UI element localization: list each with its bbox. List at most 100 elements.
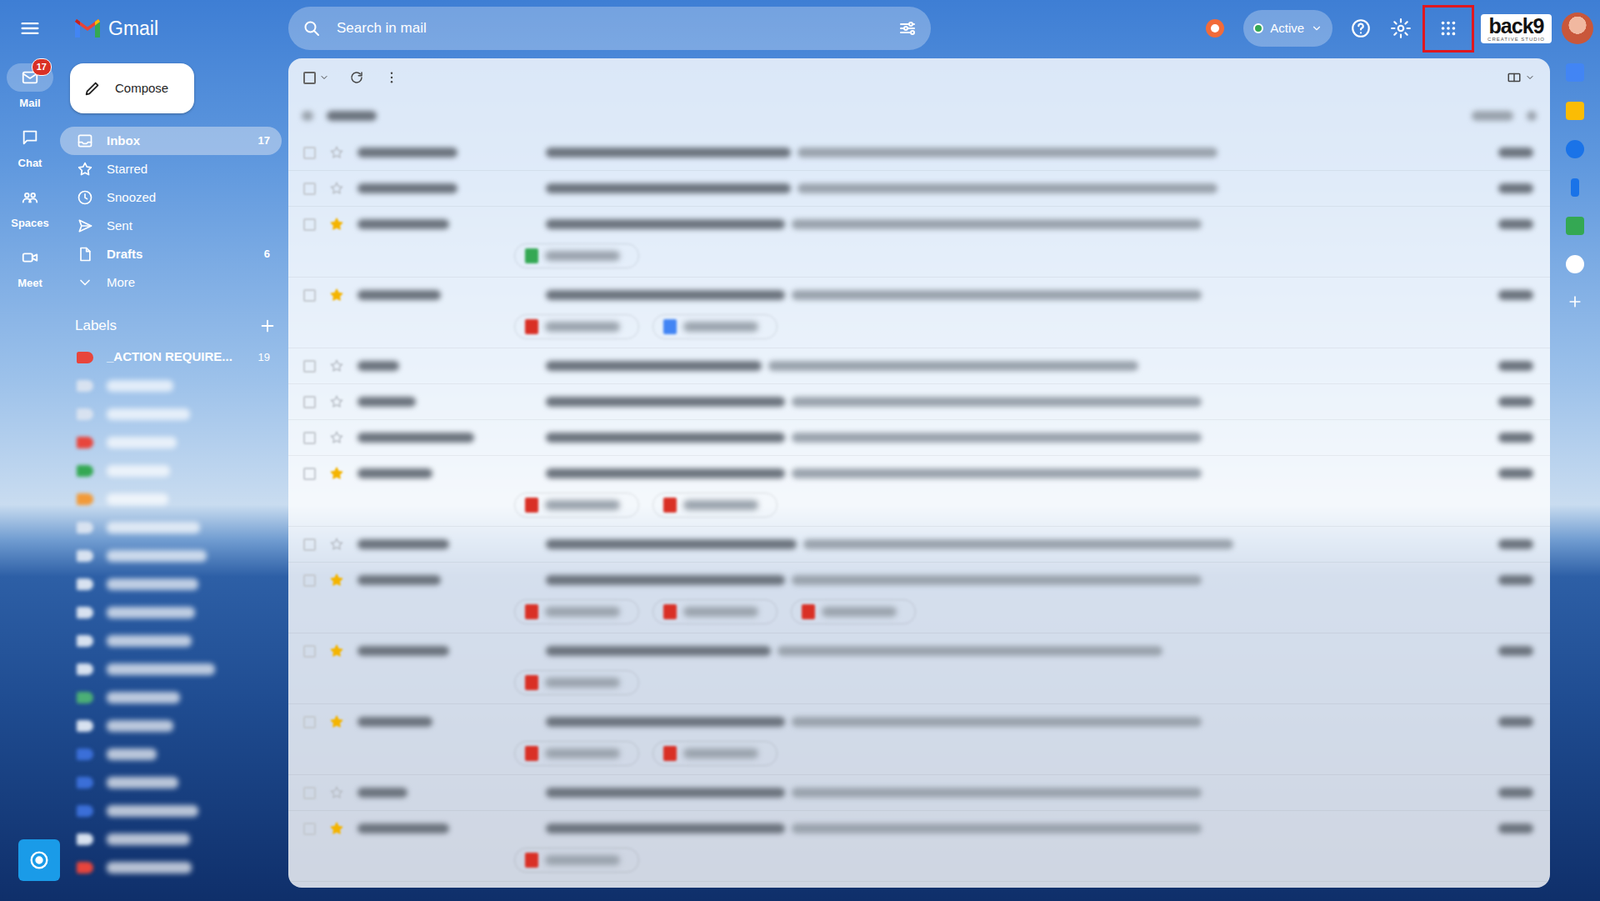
row-checkbox[interactable] — [303, 146, 316, 160]
email-row[interactable] — [288, 526, 1550, 563]
email-row[interactable] — [288, 420, 1550, 456]
attachment-chip[interactable] — [514, 599, 640, 625]
row-checkbox[interactable] — [303, 182, 316, 195]
row-checkbox[interactable] — [303, 467, 316, 480]
row-checkbox[interactable] — [303, 786, 316, 800]
star-icon[interactable] — [329, 820, 345, 836]
rail-item[interactable]: Spaces — [6, 183, 54, 240]
compose-button[interactable]: Compose — [70, 63, 195, 114]
label-item[interactable] — [60, 768, 282, 797]
add-label-icon[interactable] — [258, 316, 277, 335]
row-checkbox[interactable] — [303, 715, 316, 729]
label-item[interactable] — [60, 456, 282, 485]
star-icon[interactable] — [329, 465, 345, 481]
folder-item[interactable]: Snoozed — [60, 183, 282, 212]
label-item[interactable] — [60, 740, 282, 769]
label-item[interactable] — [60, 711, 282, 740]
star-icon[interactable] — [329, 145, 345, 160]
email-row[interactable] — [288, 170, 1550, 207]
star-icon[interactable] — [329, 643, 345, 659]
row-checkbox[interactable] — [303, 289, 316, 302]
star-icon[interactable] — [329, 714, 345, 730]
more-icon[interactable] — [384, 70, 400, 85]
email-row[interactable] — [288, 810, 1550, 882]
row-checkbox[interactable] — [303, 538, 316, 551]
attachment-chip[interactable] — [514, 314, 640, 340]
label-item[interactable]: _ACTION REQUIRE...19 — [60, 343, 282, 372]
label-item[interactable] — [60, 626, 282, 655]
label-item[interactable] — [60, 598, 282, 627]
label-item[interactable] — [60, 541, 282, 570]
email-row[interactable] — [288, 562, 1550, 634]
row-checkbox[interactable] — [303, 431, 316, 445]
row-checkbox[interactable] — [303, 360, 316, 373]
star-icon[interactable] — [329, 358, 345, 374]
rail-item[interactable]: Chat — [6, 123, 54, 180]
star-icon[interactable] — [329, 572, 345, 588]
settings-button[interactable] — [1382, 10, 1420, 47]
label-item[interactable] — [60, 655, 282, 684]
refresh-icon[interactable] — [349, 70, 365, 85]
row-checkbox[interactable] — [303, 822, 316, 835]
email-row[interactable] — [288, 775, 1550, 811]
search-icon[interactable] — [301, 18, 322, 39]
gmail-logo[interactable]: Gmail — [60, 14, 289, 44]
row-checkbox[interactable] — [303, 218, 316, 231]
floating-extension-button[interactable] — [18, 839, 60, 881]
folder-item[interactable]: Drafts6 — [60, 240, 282, 269]
label-item[interactable] — [60, 853, 282, 882]
star-icon[interactable] — [329, 785, 345, 800]
star-icon[interactable] — [329, 287, 345, 303]
row-checkbox[interactable] — [303, 395, 316, 409]
email-row[interactable] — [288, 277, 1550, 349]
star-icon[interactable] — [329, 216, 345, 232]
attachment-chip[interactable] — [514, 243, 640, 269]
label-item[interactable] — [60, 428, 282, 457]
calendar-icon[interactable] — [1565, 63, 1585, 82]
star-icon[interactable] — [329, 430, 345, 445]
star-icon[interactable] — [329, 394, 345, 410]
label-item[interactable] — [60, 570, 282, 599]
folder-item[interactable]: Sent — [60, 211, 282, 240]
email-row[interactable] — [288, 633, 1550, 705]
attachment-chip[interactable] — [652, 314, 778, 340]
star-icon[interactable] — [329, 536, 345, 552]
folder-item[interactable]: Inbox17 — [60, 126, 282, 155]
attachment-chip[interactable] — [652, 599, 778, 625]
star-icon[interactable] — [329, 180, 345, 196]
extension-icon[interactable] — [1196, 10, 1234, 47]
row-checkbox[interactable] — [303, 645, 316, 658]
attachment-chip[interactable] — [514, 492, 640, 518]
email-row[interactable] — [288, 348, 1550, 385]
email-row[interactable] — [288, 704, 1550, 775]
email-row[interactable] — [288, 206, 1550, 278]
email-row[interactable] — [288, 384, 1550, 420]
addon-green-icon[interactable] — [1565, 216, 1585, 235]
contacts-icon[interactable] — [1570, 178, 1580, 197]
avatar-icon[interactable] — [1561, 12, 1594, 45]
attachment-chip[interactable] — [514, 847, 640, 873]
label-item[interactable] — [60, 513, 282, 542]
addon-t-icon[interactable] — [1565, 255, 1585, 274]
keep-icon[interactable] — [1565, 101, 1585, 120]
attachment-chip[interactable] — [790, 599, 916, 625]
label-item[interactable] — [60, 400, 282, 429]
search-bar[interactable] — [288, 6, 931, 50]
row-checkbox[interactable] — [303, 574, 316, 587]
label-item[interactable] — [60, 371, 282, 400]
attachment-chip[interactable] — [652, 492, 778, 518]
email-row[interactable] — [288, 135, 1550, 171]
rail-item[interactable]: Meet — [6, 243, 54, 300]
search-input[interactable] — [335, 16, 885, 40]
search-options-icon[interactable] — [897, 18, 918, 39]
label-item[interactable] — [60, 825, 282, 854]
split-pane-toggle[interactable] — [1506, 70, 1535, 85]
attachment-chip[interactable] — [514, 740, 640, 766]
label-item[interactable] — [60, 683, 282, 712]
help-button[interactable] — [1342, 10, 1380, 47]
label-item[interactable] — [60, 485, 282, 514]
account-brand[interactable]: back9CREATIVE STUDIO — [1480, 14, 1552, 44]
attachment-chip[interactable] — [652, 740, 778, 766]
select-all-checkbox[interactable] — [303, 71, 330, 85]
folder-item[interactable]: Starred — [60, 155, 282, 184]
